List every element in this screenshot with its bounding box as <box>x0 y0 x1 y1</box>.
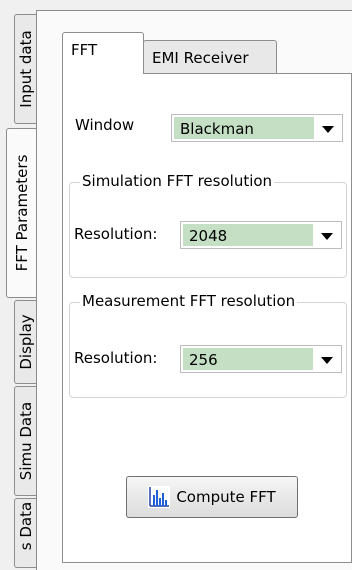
side-tab-label: FFT Parameters <box>12 154 31 272</box>
simulation-fft-resolution-group: Simulation FFT resolution Resolution: 20… <box>69 172 347 278</box>
simulation-resolution-select[interactable]: 2048 <box>180 221 342 249</box>
bar-chart-icon <box>148 486 171 508</box>
group-title: Simulation FFT resolution <box>80 172 275 190</box>
side-tab-label: Simu Data <box>16 401 35 481</box>
measurement-resolution-select[interactable]: 256 <box>180 345 342 373</box>
simulation-resolution-value: 2048 <box>183 224 313 246</box>
window-select-value: Blackman <box>174 117 314 139</box>
window-select[interactable]: Blackman <box>171 114 343 142</box>
compute-fft-label: Compute FFT <box>176 488 276 506</box>
resolution-label: Resolution: <box>74 349 158 367</box>
tab-fft[interactable]: FFT <box>62 32 144 74</box>
side-tab-meas-data[interactable]: s Data <box>14 498 36 568</box>
window-label: Window <box>75 116 135 134</box>
tab-label: FFT <box>71 41 98 59</box>
tab-label: EMI Receiver <box>152 49 249 67</box>
group-title: Measurement FFT resolution <box>80 292 298 310</box>
measurement-fft-resolution-group: Measurement FFT resolution Resolution: 2… <box>69 292 347 398</box>
side-tab-display[interactable]: Display <box>14 300 36 384</box>
resolution-label: Resolution: <box>74 225 158 243</box>
chevron-down-icon <box>321 357 333 364</box>
tab-emi-receiver[interactable]: EMI Receiver <box>143 40 277 74</box>
chevron-down-icon <box>322 126 334 133</box>
chevron-down-icon <box>321 233 333 240</box>
side-tab-label: s Data <box>16 501 35 551</box>
side-tab-input-data[interactable]: Input data <box>14 14 36 124</box>
side-tab-label: Display <box>16 314 35 370</box>
side-tab-fft-parameters[interactable]: FFT Parameters <box>6 128 36 298</box>
side-tab-label: Input data <box>16 30 35 108</box>
measurement-resolution-value: 256 <box>183 348 313 370</box>
side-tab-simu-data[interactable]: Simu Data <box>14 386 36 496</box>
compute-fft-button[interactable]: Compute FFT <box>126 476 298 518</box>
